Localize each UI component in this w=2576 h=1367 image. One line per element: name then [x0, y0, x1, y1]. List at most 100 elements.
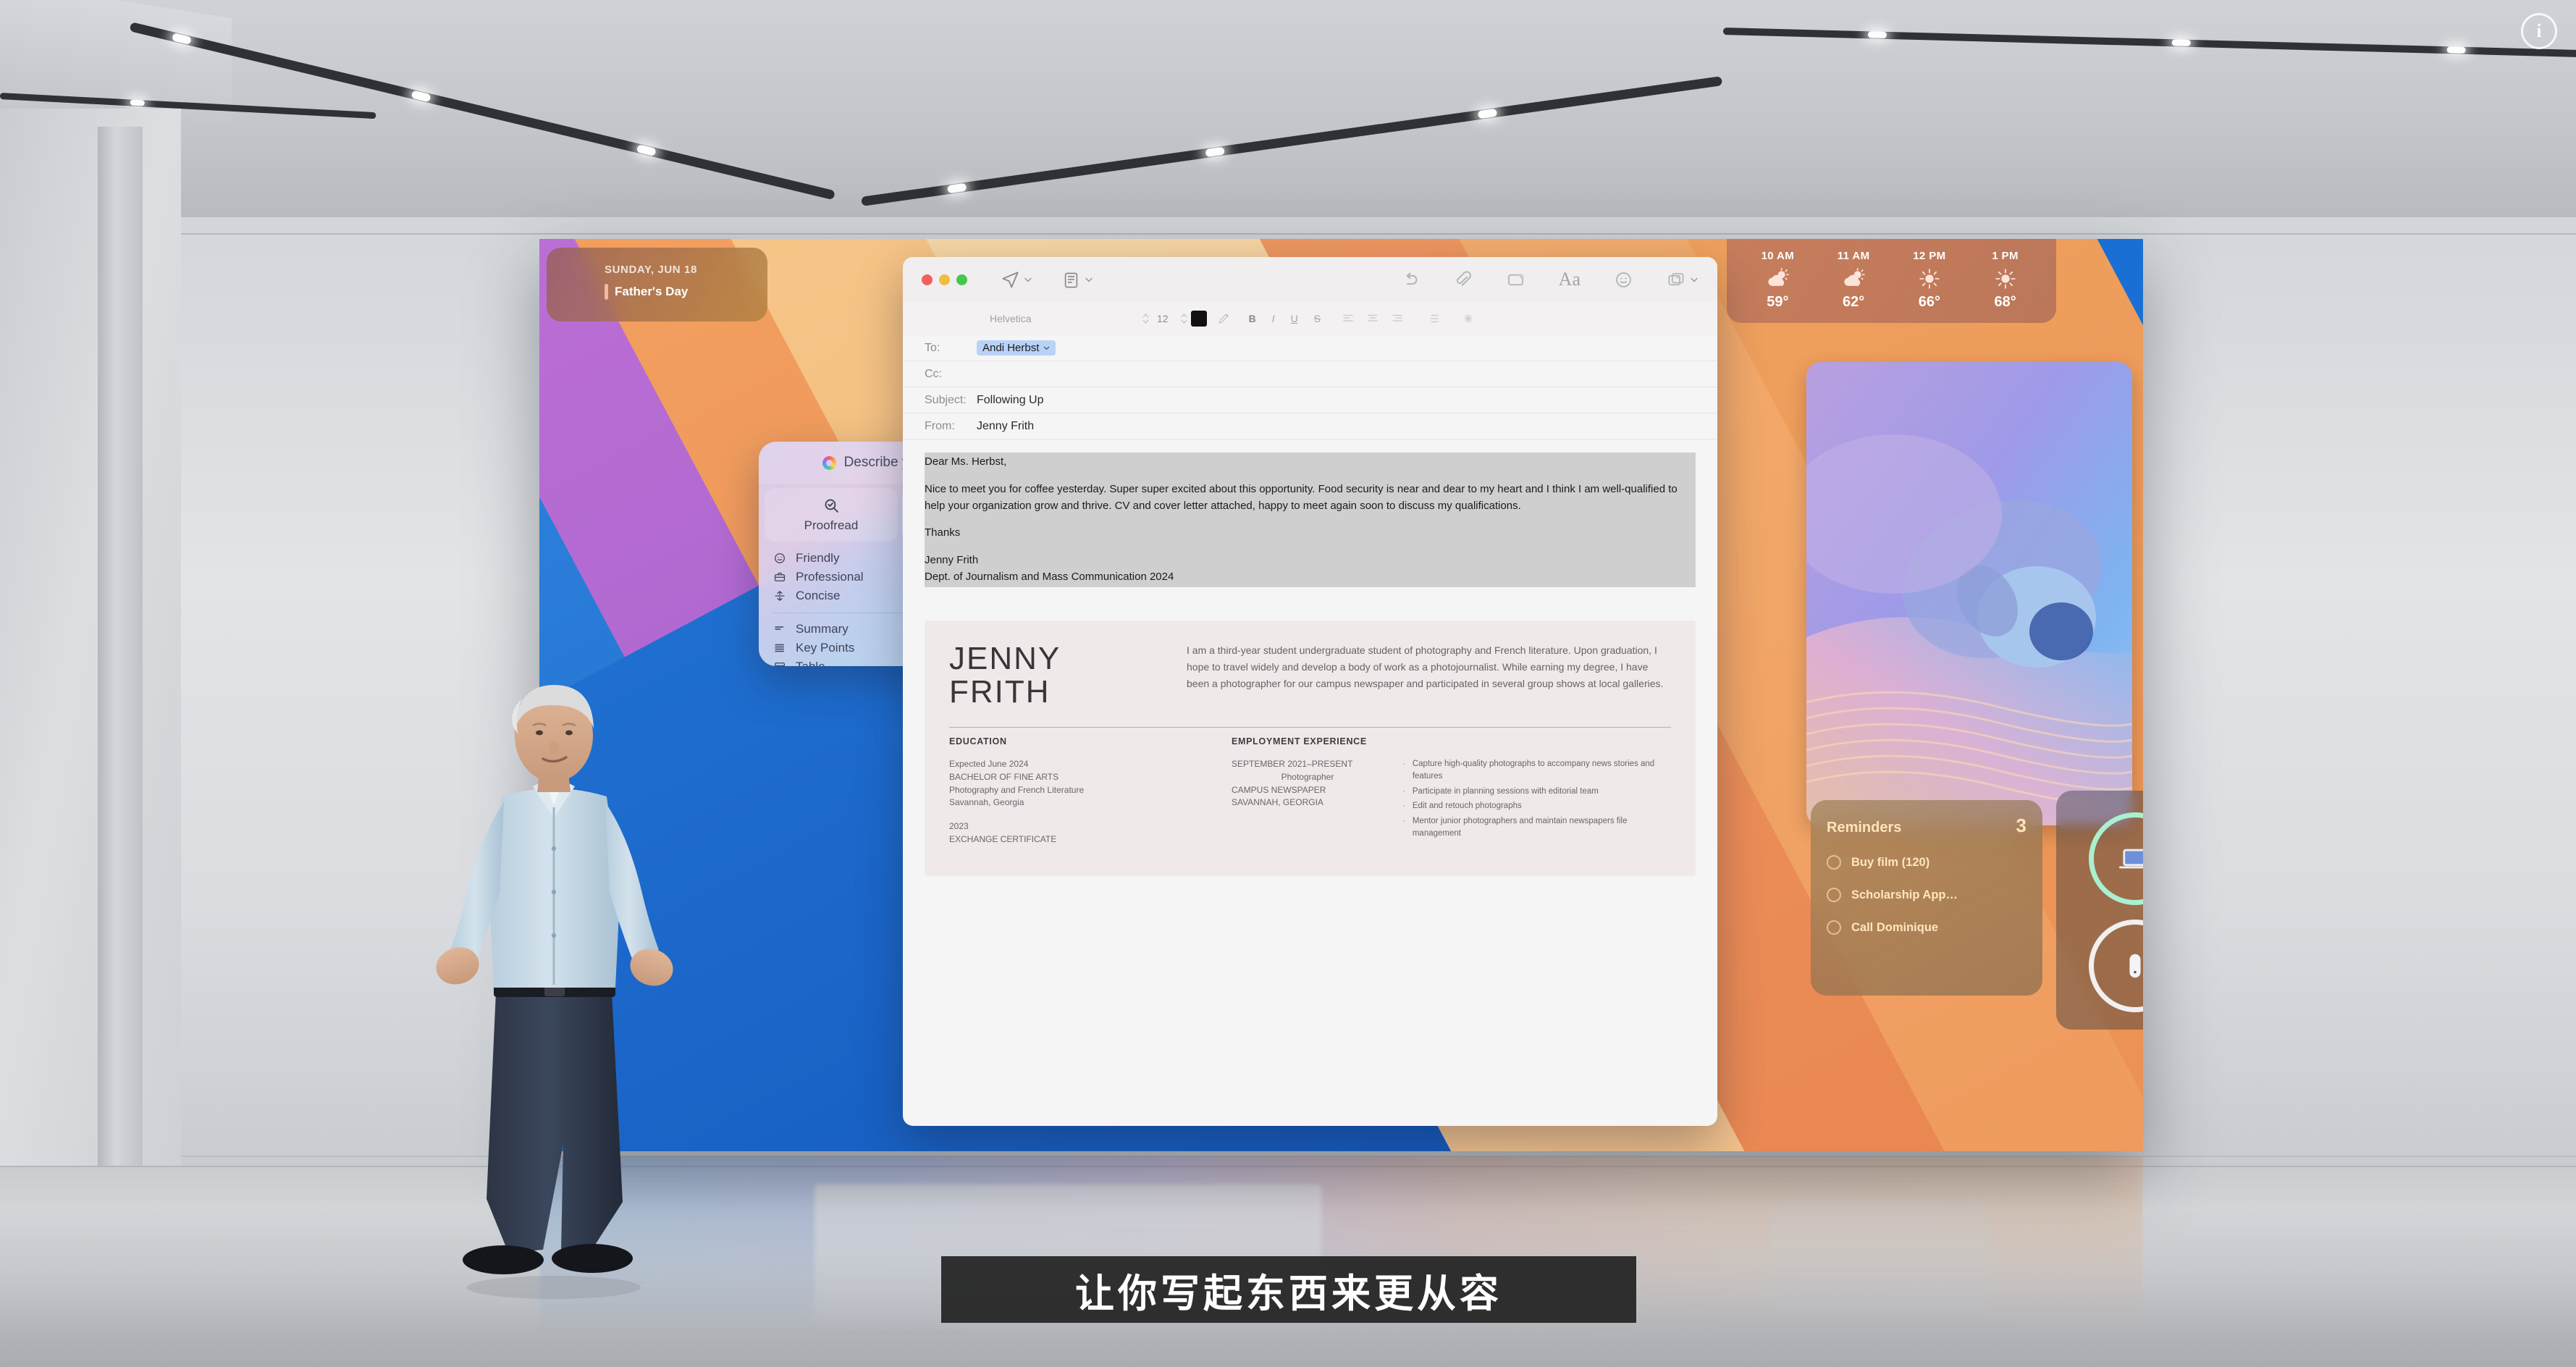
markup-icon[interactable]: [1506, 270, 1525, 290]
employment-column: EMPLOYMENT EXPERIENCE SEPTEMBER 2021–PRE…: [1232, 736, 1671, 857]
body-closing: Thanks: [925, 526, 961, 539]
checkbox-circle-icon[interactable]: [1827, 855, 1841, 870]
reminder-label: Scholarship App…: [1851, 888, 1958, 901]
field-from[interactable]: From: Jenny Frith: [903, 413, 1717, 439]
employment-heading: EMPLOYMENT EXPERIENCE: [1232, 736, 1367, 747]
underline-button[interactable]: U: [1291, 313, 1298, 324]
employment-location: SAVANNAH, GEORGIA: [1232, 797, 1323, 808]
calendar-event-label: Father's Day: [615, 285, 689, 298]
emoji-smiley-icon[interactable]: [1614, 270, 1633, 290]
chevron-down-icon[interactable]: [1085, 275, 1093, 284]
line-spacing-icon[interactable]: [1427, 312, 1440, 325]
resume-first-name: JENNY: [949, 640, 1061, 676]
resume-divider: [949, 727, 1671, 728]
checkbox-circle-icon[interactable]: [1827, 888, 1841, 902]
photos-icon[interactable]: [1667, 270, 1686, 290]
weather-widget[interactable]: 10 AM 59° 11 AM 62° 12 PM 66° 1 PM 68°: [1727, 239, 2056, 323]
align-center-icon[interactable]: [1366, 312, 1379, 325]
field-cc[interactable]: Cc:: [903, 361, 1717, 387]
menu-label: Key Points: [796, 641, 855, 655]
proofread-label: Proofread: [804, 518, 859, 532]
bullet-text: Edit and retouch photographs: [1412, 802, 1522, 811]
partly-cloudy-icon: [1740, 265, 1816, 293]
size-stepper-icon[interactable]: [1180, 311, 1188, 326]
employment-meta: SEPTEMBER 2021–PRESENT Photographer CAMP…: [1232, 758, 1384, 843]
font-family-select[interactable]: Helvetica: [990, 313, 1142, 324]
close-button[interactable]: [922, 274, 933, 285]
italic-button[interactable]: I: [1272, 313, 1275, 324]
text-color-swatch[interactable]: [1190, 311, 1207, 327]
subtitle-text: 让你写起东西来更从容: [1075, 1270, 1502, 1316]
undo-arrow-icon[interactable]: [1400, 270, 1420, 290]
info-label: i: [2536, 20, 2542, 41]
education-field: Photography and French Literature: [949, 784, 1085, 795]
reminders-title: Reminders: [1827, 820, 1902, 836]
checkbox-circle-icon[interactable]: [1827, 920, 1841, 935]
bullet-dot-icon: ·: [1402, 760, 1405, 769]
reminders-widget[interactable]: Reminders 3 Buy film (120) Scholarship A…: [1811, 800, 2042, 996]
presenter: [436, 685, 673, 1299]
weather-time: 1 PM: [1992, 250, 2019, 262]
font-size-select[interactable]: 12: [1157, 313, 1169, 324]
reminder-item[interactable]: Scholarship App…: [1827, 888, 2026, 902]
writing-tools-sparkle-icon[interactable]: [1462, 312, 1475, 325]
proofread-button[interactable]: Proofread: [765, 488, 898, 542]
mouse-icon: [2129, 954, 2141, 978]
calendar-widget[interactable]: SUNDAY, JUN 18 Father's Day: [547, 248, 767, 321]
menu-label: Summary: [796, 622, 849, 636]
chevron-down-icon[interactable]: [1043, 345, 1050, 351]
weather-hour: 12 PM 66°: [1892, 250, 1968, 311]
paperclip-icon[interactable]: [1453, 270, 1473, 290]
education-entry: Expected June 2024 BACHELOR OF FINE ARTS…: [949, 758, 1188, 809]
reminder-item[interactable]: Buy film (120): [1827, 855, 2026, 870]
reminders-header: Reminders 3: [1827, 815, 2026, 837]
education-date: 2023: [949, 821, 969, 832]
align-left-icon[interactable]: [1342, 312, 1355, 325]
subject-label: Subject:: [925, 393, 967, 406]
bullet-text: Capture high-quality photographs to acco…: [1412, 760, 1655, 781]
ceiling: [0, 0, 2576, 239]
info-button[interactable]: i: [2521, 13, 2557, 49]
chevron-down-icon[interactable]: [1690, 275, 1699, 284]
field-subject[interactable]: Subject: Following Up: [903, 387, 1717, 413]
send-paperplane-icon[interactable]: [1001, 270, 1020, 290]
bold-button[interactable]: B: [1249, 313, 1256, 324]
zoom-button[interactable]: [956, 274, 967, 285]
font-stepper-icon[interactable]: [1142, 311, 1150, 326]
weather-temp: 68°: [1994, 294, 2016, 310]
weather-hour: 11 AM 62°: [1816, 250, 1892, 311]
bullet-text: Participate in planning sessions with ed…: [1412, 786, 1599, 796]
employment-entry: SEPTEMBER 2021–PRESENT Photographer CAMP…: [1232, 758, 1671, 843]
format-aa-icon[interactable]: Aa: [1559, 269, 1580, 290]
field-to[interactable]: To: Andi Herbst: [903, 335, 1717, 361]
recipient-token[interactable]: Andi Herbst: [977, 340, 1056, 356]
stationery-icon[interactable]: [1061, 270, 1081, 290]
weather-hour: 1 PM 68°: [1967, 250, 2043, 311]
employment-bullet: · Capture high-quality photographs to ac…: [1402, 758, 1671, 783]
education-degree: EXCHANGE CERTIFICATE: [949, 833, 1057, 844]
chevron-down-icon[interactable]: [1024, 275, 1032, 284]
highlight-pen-icon[interactable]: [1216, 311, 1231, 326]
resume-attachment[interactable]: JENNY FRITH I am a third-year student un…: [925, 620, 1696, 876]
from-label: From:: [925, 419, 955, 432]
selected-body-text[interactable]: Dear Ms. Herbst, Nice to meet you for co…: [925, 453, 1696, 587]
subject-value: Following Up: [977, 393, 1044, 406]
window-controls[interactable]: [922, 274, 967, 285]
resume-header: JENNY FRITH I am a third-year student un…: [949, 642, 1671, 710]
recipient-name: Andi Herbst: [982, 342, 1040, 354]
mail-compose-window[interactable]: Aa Helvetica 12 B I U S To: Andi Herbst …: [903, 257, 1717, 1126]
align-right-icon[interactable]: [1391, 312, 1404, 325]
photos-widget[interactable]: [1806, 362, 2132, 825]
minimize-button[interactable]: [939, 274, 950, 285]
reminder-item[interactable]: Call Dominique: [1827, 920, 2026, 935]
event-color-bar: [605, 284, 608, 300]
sun-icon: [1892, 265, 1968, 293]
employment-bullets: · Capture high-quality photographs to ac…: [1402, 758, 1671, 843]
mail-body[interactable]: Dear Ms. Herbst, Nice to meet you for co…: [903, 439, 1717, 587]
strikethrough-button[interactable]: S: [1314, 313, 1321, 324]
wall-seam: [0, 233, 2576, 235]
sun-icon: [1967, 265, 2043, 293]
laptop-icon: [2119, 849, 2143, 869]
menu-label: Concise: [796, 589, 841, 602]
employment-bullet: · Mentor junior photographers and mainta…: [1402, 815, 1671, 840]
